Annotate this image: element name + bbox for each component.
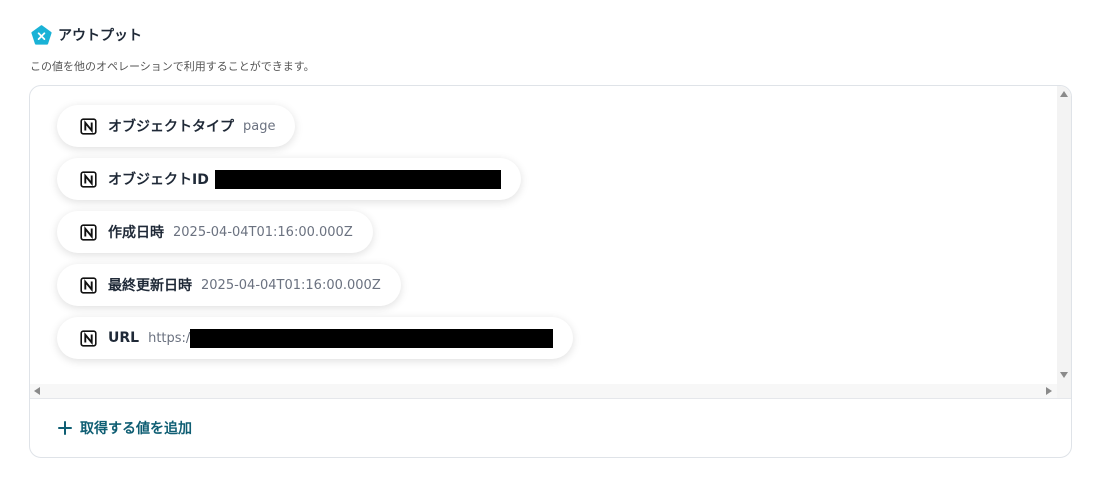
output-label: 作成日時 bbox=[108, 225, 164, 241]
add-output-value-label: 取得する値を追加 bbox=[80, 421, 192, 437]
output-value: page bbox=[243, 118, 276, 134]
output-label: オブジェクトタイプ bbox=[108, 119, 234, 135]
scroll-up-icon[interactable] bbox=[1060, 91, 1068, 97]
plus-icon bbox=[58, 421, 72, 435]
notion-icon bbox=[80, 276, 97, 294]
yoom-pentagon-icon bbox=[31, 24, 52, 45]
notion-icon bbox=[80, 117, 97, 135]
scroll-right-icon[interactable] bbox=[1046, 387, 1052, 395]
output-item-created-time[interactable]: 作成日時 2025-04-04T01:16:00.000Z bbox=[57, 211, 373, 253]
output-label: 最終更新日時 bbox=[108, 278, 192, 294]
redacted-value bbox=[214, 169, 501, 189]
output-item-last-edited-time[interactable]: 最終更新日時 2025-04-04T01:16:00.000Z bbox=[57, 264, 401, 306]
vertical-scrollbar[interactable] bbox=[1057, 86, 1071, 384]
section-title: アウトプット bbox=[58, 28, 142, 44]
scroll-down-icon[interactable] bbox=[1060, 372, 1068, 378]
redacted-value bbox=[190, 328, 554, 348]
scroll-left-icon[interactable] bbox=[34, 387, 40, 395]
output-panel: オブジェクトタイプ page オブジェクトID 作成日時 2025-04-04T… bbox=[29, 85, 1072, 458]
add-output-value-button[interactable]: 取得する値を追加 bbox=[58, 416, 192, 440]
output-scroll-area[interactable]: オブジェクトタイプ page オブジェクトID 作成日時 2025-04-04T… bbox=[30, 86, 1071, 398]
output-item-object-id[interactable]: オブジェクトID bbox=[57, 158, 521, 200]
output-value: https:/ bbox=[148, 330, 191, 346]
section-description: この値を他のオペレーションで利用することができます。 bbox=[30, 60, 315, 73]
output-value: 2025-04-04T01:16:00.000Z bbox=[201, 277, 381, 293]
output-list: オブジェクトタイプ page オブジェクトID 作成日時 2025-04-04T… bbox=[30, 86, 1057, 384]
output-label: オブジェクトID bbox=[108, 172, 209, 188]
notion-icon bbox=[80, 170, 97, 188]
divider bbox=[30, 398, 1071, 399]
output-value: 2025-04-04T01:16:00.000Z bbox=[173, 224, 353, 240]
notion-icon bbox=[80, 329, 97, 347]
output-item-object-type[interactable]: オブジェクトタイプ page bbox=[57, 105, 296, 147]
notion-icon bbox=[80, 223, 97, 241]
scrollbar-corner bbox=[1057, 384, 1071, 398]
output-label: URL bbox=[108, 330, 140, 346]
horizontal-scrollbar[interactable] bbox=[30, 384, 1057, 398]
section-header: アウトプット bbox=[31, 24, 142, 46]
output-item-url[interactable]: URL https:/ bbox=[57, 317, 574, 359]
